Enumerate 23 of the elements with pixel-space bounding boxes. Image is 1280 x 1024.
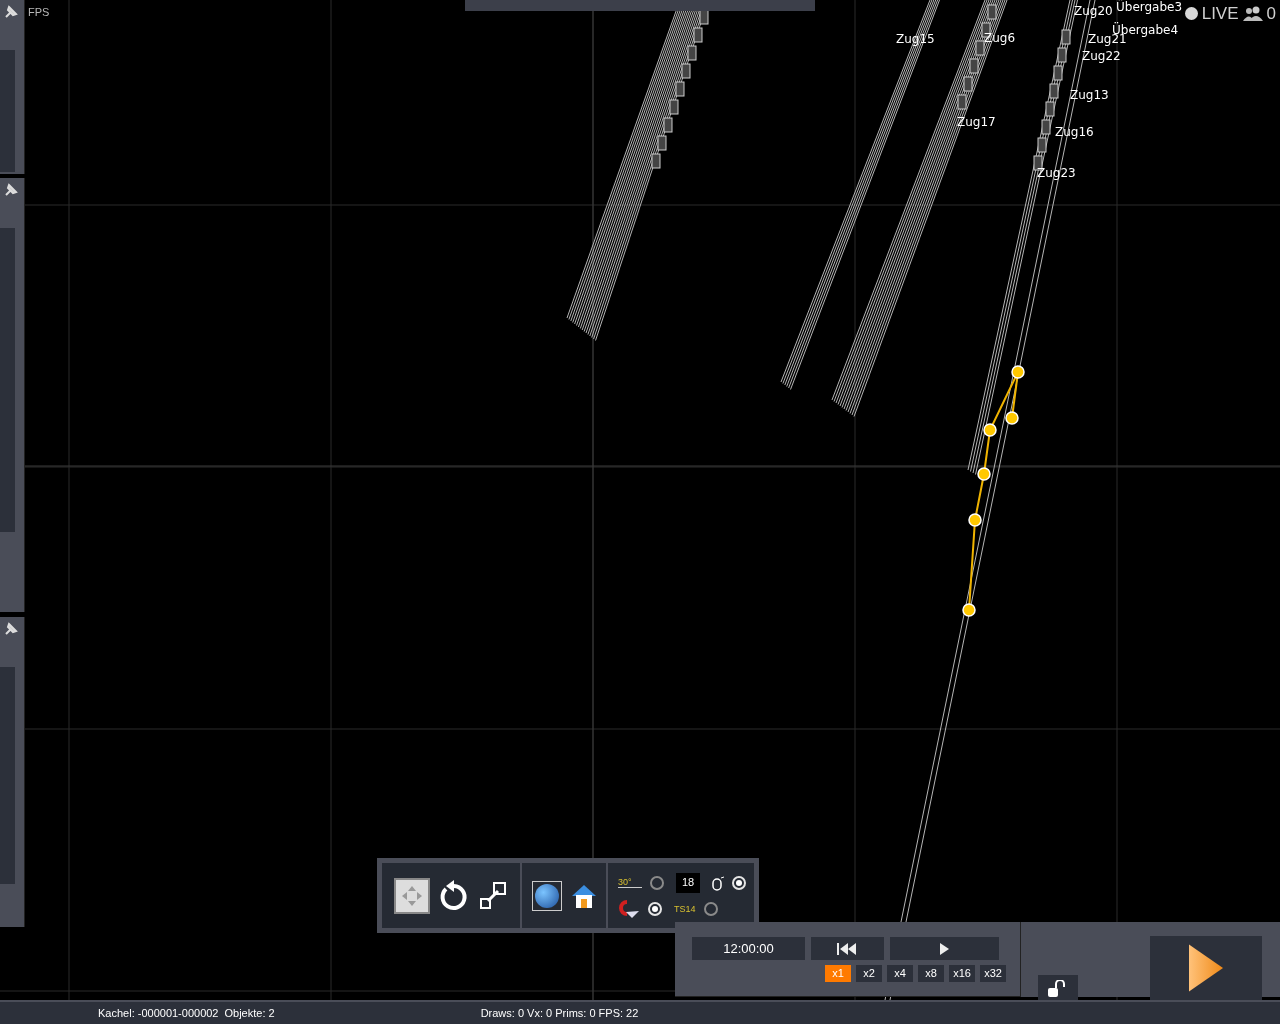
speed-button[interactable]: x4 <box>887 965 913 982</box>
train-label: Übergabe3 <box>1116 0 1183 14</box>
train-label: Zug17 <box>957 115 996 129</box>
live-label: LIVE <box>1201 3 1239 25</box>
user-count: 0 <box>1266 3 1276 25</box>
speed-button[interactable]: x16 <box>949 965 975 982</box>
fps-label: FPS <box>28 5 50 20</box>
train-label: Zug6 <box>984 31 1016 45</box>
speed-button[interactable]: x32 <box>980 965 1006 982</box>
counter-field: 18 <box>676 872 700 893</box>
speed-button[interactable]: x8 <box>918 965 944 982</box>
train-label: Zug16 <box>1055 125 1094 139</box>
objects-text: Objekte: 2 <box>224 1005 275 1021</box>
tile-text: Kachel: -000001-000002 <box>98 1005 219 1021</box>
train-label: Zug15 <box>896 32 935 46</box>
train-label: Zug20 <box>1074 4 1113 18</box>
time-display: 12:00:00 <box>692 937 805 960</box>
stats-text: Draws: 0 Vx: 0 Prims: 0 FPS: 22 <box>480 1005 639 1021</box>
train-label: Zug23 <box>1037 166 1076 180</box>
speed-button[interactable]: x2 <box>856 965 882 982</box>
train-label: Zug22 <box>1082 49 1121 63</box>
train-label: Zug13 <box>1070 88 1109 102</box>
axis-icon[interactable]: TS14 <box>674 903 696 914</box>
